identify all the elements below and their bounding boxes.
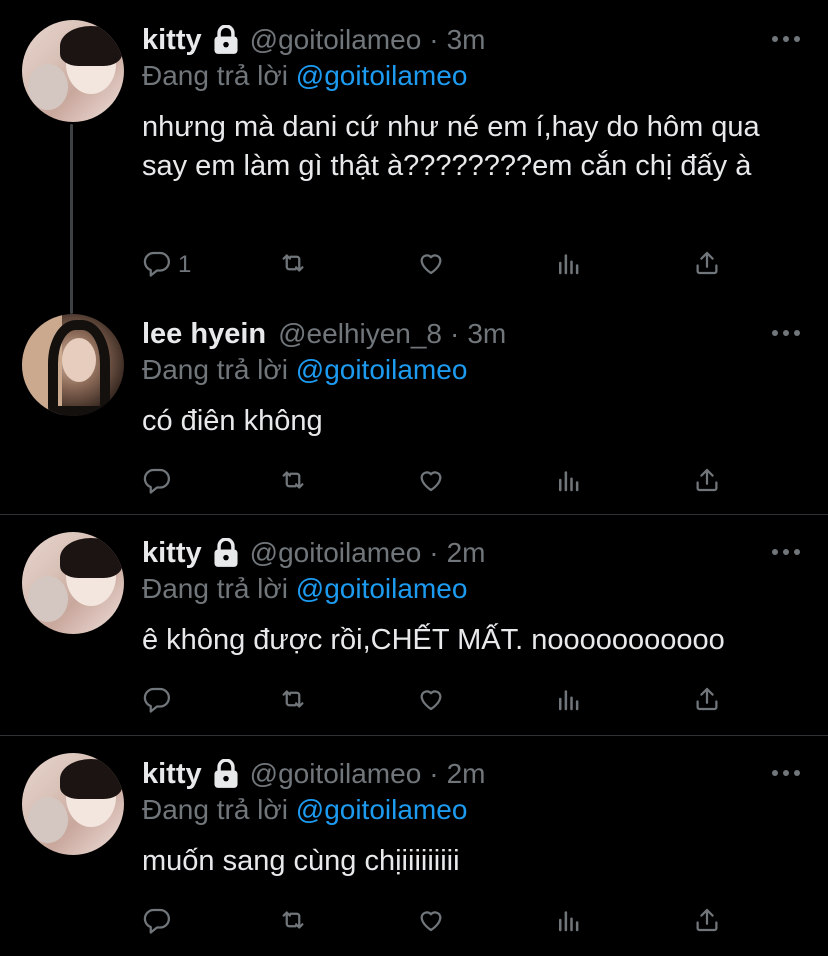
heart-icon [416,465,446,500]
reply-button[interactable] [142,465,172,499]
tweet-text: ê không được rồi,CHẾT MẤT. nooooooooooo [142,624,725,656]
lock-icon [212,537,240,568]
avatar[interactable] [22,314,124,416]
avatar[interactable] [22,532,124,634]
share-button[interactable] [692,905,722,939]
analytics-icon [554,248,584,283]
reply-icon [142,905,172,940]
heart-icon [416,684,446,719]
like-button[interactable] [416,248,446,282]
retweet-button[interactable] [278,248,308,282]
tweet-header: kitty @goitoilameo · 2m [142,754,486,794]
action-bar [142,465,742,499]
action-bar [142,684,742,718]
retweet-icon [278,905,308,940]
more-icon[interactable] [772,328,800,338]
separator-dot: · [429,24,439,55]
avatar[interactable] [22,20,124,122]
replying-to: Đang trả lời @goitoilameo [142,354,467,386]
replying-to: Đang trả lời @goitoilameo [142,794,467,826]
replying-to: Đang trả lời @goitoilameo [142,573,467,605]
reply-prefix: Đang trả lời [142,573,288,604]
display-name[interactable]: kitty [142,24,202,57]
lock-icon [212,24,240,55]
display-name[interactable]: lee hyein [142,318,266,351]
reply-mention[interactable]: @goitoilameo [296,794,468,825]
tweet-header: kitty @goitoilameo · 3m [142,20,486,60]
share-icon [692,905,722,940]
reply-icon [142,465,172,500]
analytics-icon [554,905,584,940]
reply-button[interactable] [142,905,172,939]
retweet-icon [278,465,308,500]
more-icon[interactable] [772,34,800,44]
like-button[interactable] [416,684,446,718]
heart-icon [416,905,446,940]
reply-icon [142,684,172,719]
timestamp[interactable]: 3m [447,24,486,56]
retweet-icon [278,684,308,719]
retweet-button[interactable] [278,684,308,718]
like-button[interactable] [416,465,446,499]
tweet-1[interactable]: kitty @goitoilameo · 3m Đang trả lời @go… [0,0,828,300]
display-name[interactable]: kitty [142,758,202,791]
handle[interactable]: @goitoilameo [250,24,422,56]
lock-icon [212,758,240,789]
timestamp[interactable]: 2m [447,537,486,569]
tweet-3[interactable]: kitty @goitoilameo · 2m Đang trả lời @go… [0,515,828,735]
reply-mention[interactable]: @goitoilameo [296,60,468,91]
separator-dot: · [429,537,439,568]
tweet-2[interactable]: lee hyein @eelhiyen_8 · 3m Đang trả lời … [0,300,828,514]
tweet-4[interactable]: kitty @goitoilameo · 2m Đang trả lời @go… [0,736,828,956]
tweet-header: lee hyein @eelhiyen_8 · 3m [142,314,506,354]
handle[interactable]: @goitoilameo [250,537,422,569]
share-button[interactable] [692,684,722,718]
more-icon[interactable] [772,768,800,778]
separator-dot: · [429,758,439,789]
reply-prefix: Đang trả lời [142,354,288,385]
reply-button[interactable] [142,684,172,718]
heart-icon [416,248,446,283]
handle[interactable]: @goitoilameo [250,758,422,790]
analytics-icon [554,465,584,500]
reply-mention[interactable]: @goitoilameo [296,354,468,385]
replying-to: Đang trả lời @goitoilameo [142,60,467,92]
more-icon[interactable] [772,547,800,557]
share-button[interactable] [692,248,722,282]
like-button[interactable] [416,905,446,939]
analytics-button[interactable] [554,248,584,282]
action-bar: 1 [142,248,742,282]
reply-icon [142,248,172,283]
analytics-button[interactable] [554,465,584,499]
retweet-button[interactable] [278,905,308,939]
share-icon [692,465,722,500]
tweet-text: muốn sang cùng chịiiiiiiiii [142,845,460,877]
separator-dot: · [450,318,460,349]
analytics-button[interactable] [554,905,584,939]
share-icon [692,684,722,719]
reply-prefix: Đang trả lời [142,60,288,91]
timestamp[interactable]: 3m [467,318,506,350]
retweet-icon [278,248,308,283]
handle[interactable]: @eelhiyen_8 [278,318,442,350]
share-icon [692,248,722,283]
analytics-icon [554,684,584,719]
action-bar [142,905,742,939]
analytics-button[interactable] [554,684,584,718]
reply-prefix: Đang trả lời [142,794,288,825]
reply-button[interactable]: 1 [142,248,191,282]
tweet-header: kitty @goitoilameo · 2m [142,533,486,573]
share-button[interactable] [692,465,722,499]
tweet-text: có điên không [142,405,323,437]
retweet-button[interactable] [278,465,308,499]
reply-count: 1 [178,251,192,278]
avatar[interactable] [22,753,124,855]
tweet-text: nhưng mà dani cứ như né em í,hay do hôm … [142,111,760,182]
timestamp[interactable]: 2m [447,758,486,790]
reply-mention[interactable]: @goitoilameo [296,573,468,604]
display-name[interactable]: kitty [142,537,202,570]
